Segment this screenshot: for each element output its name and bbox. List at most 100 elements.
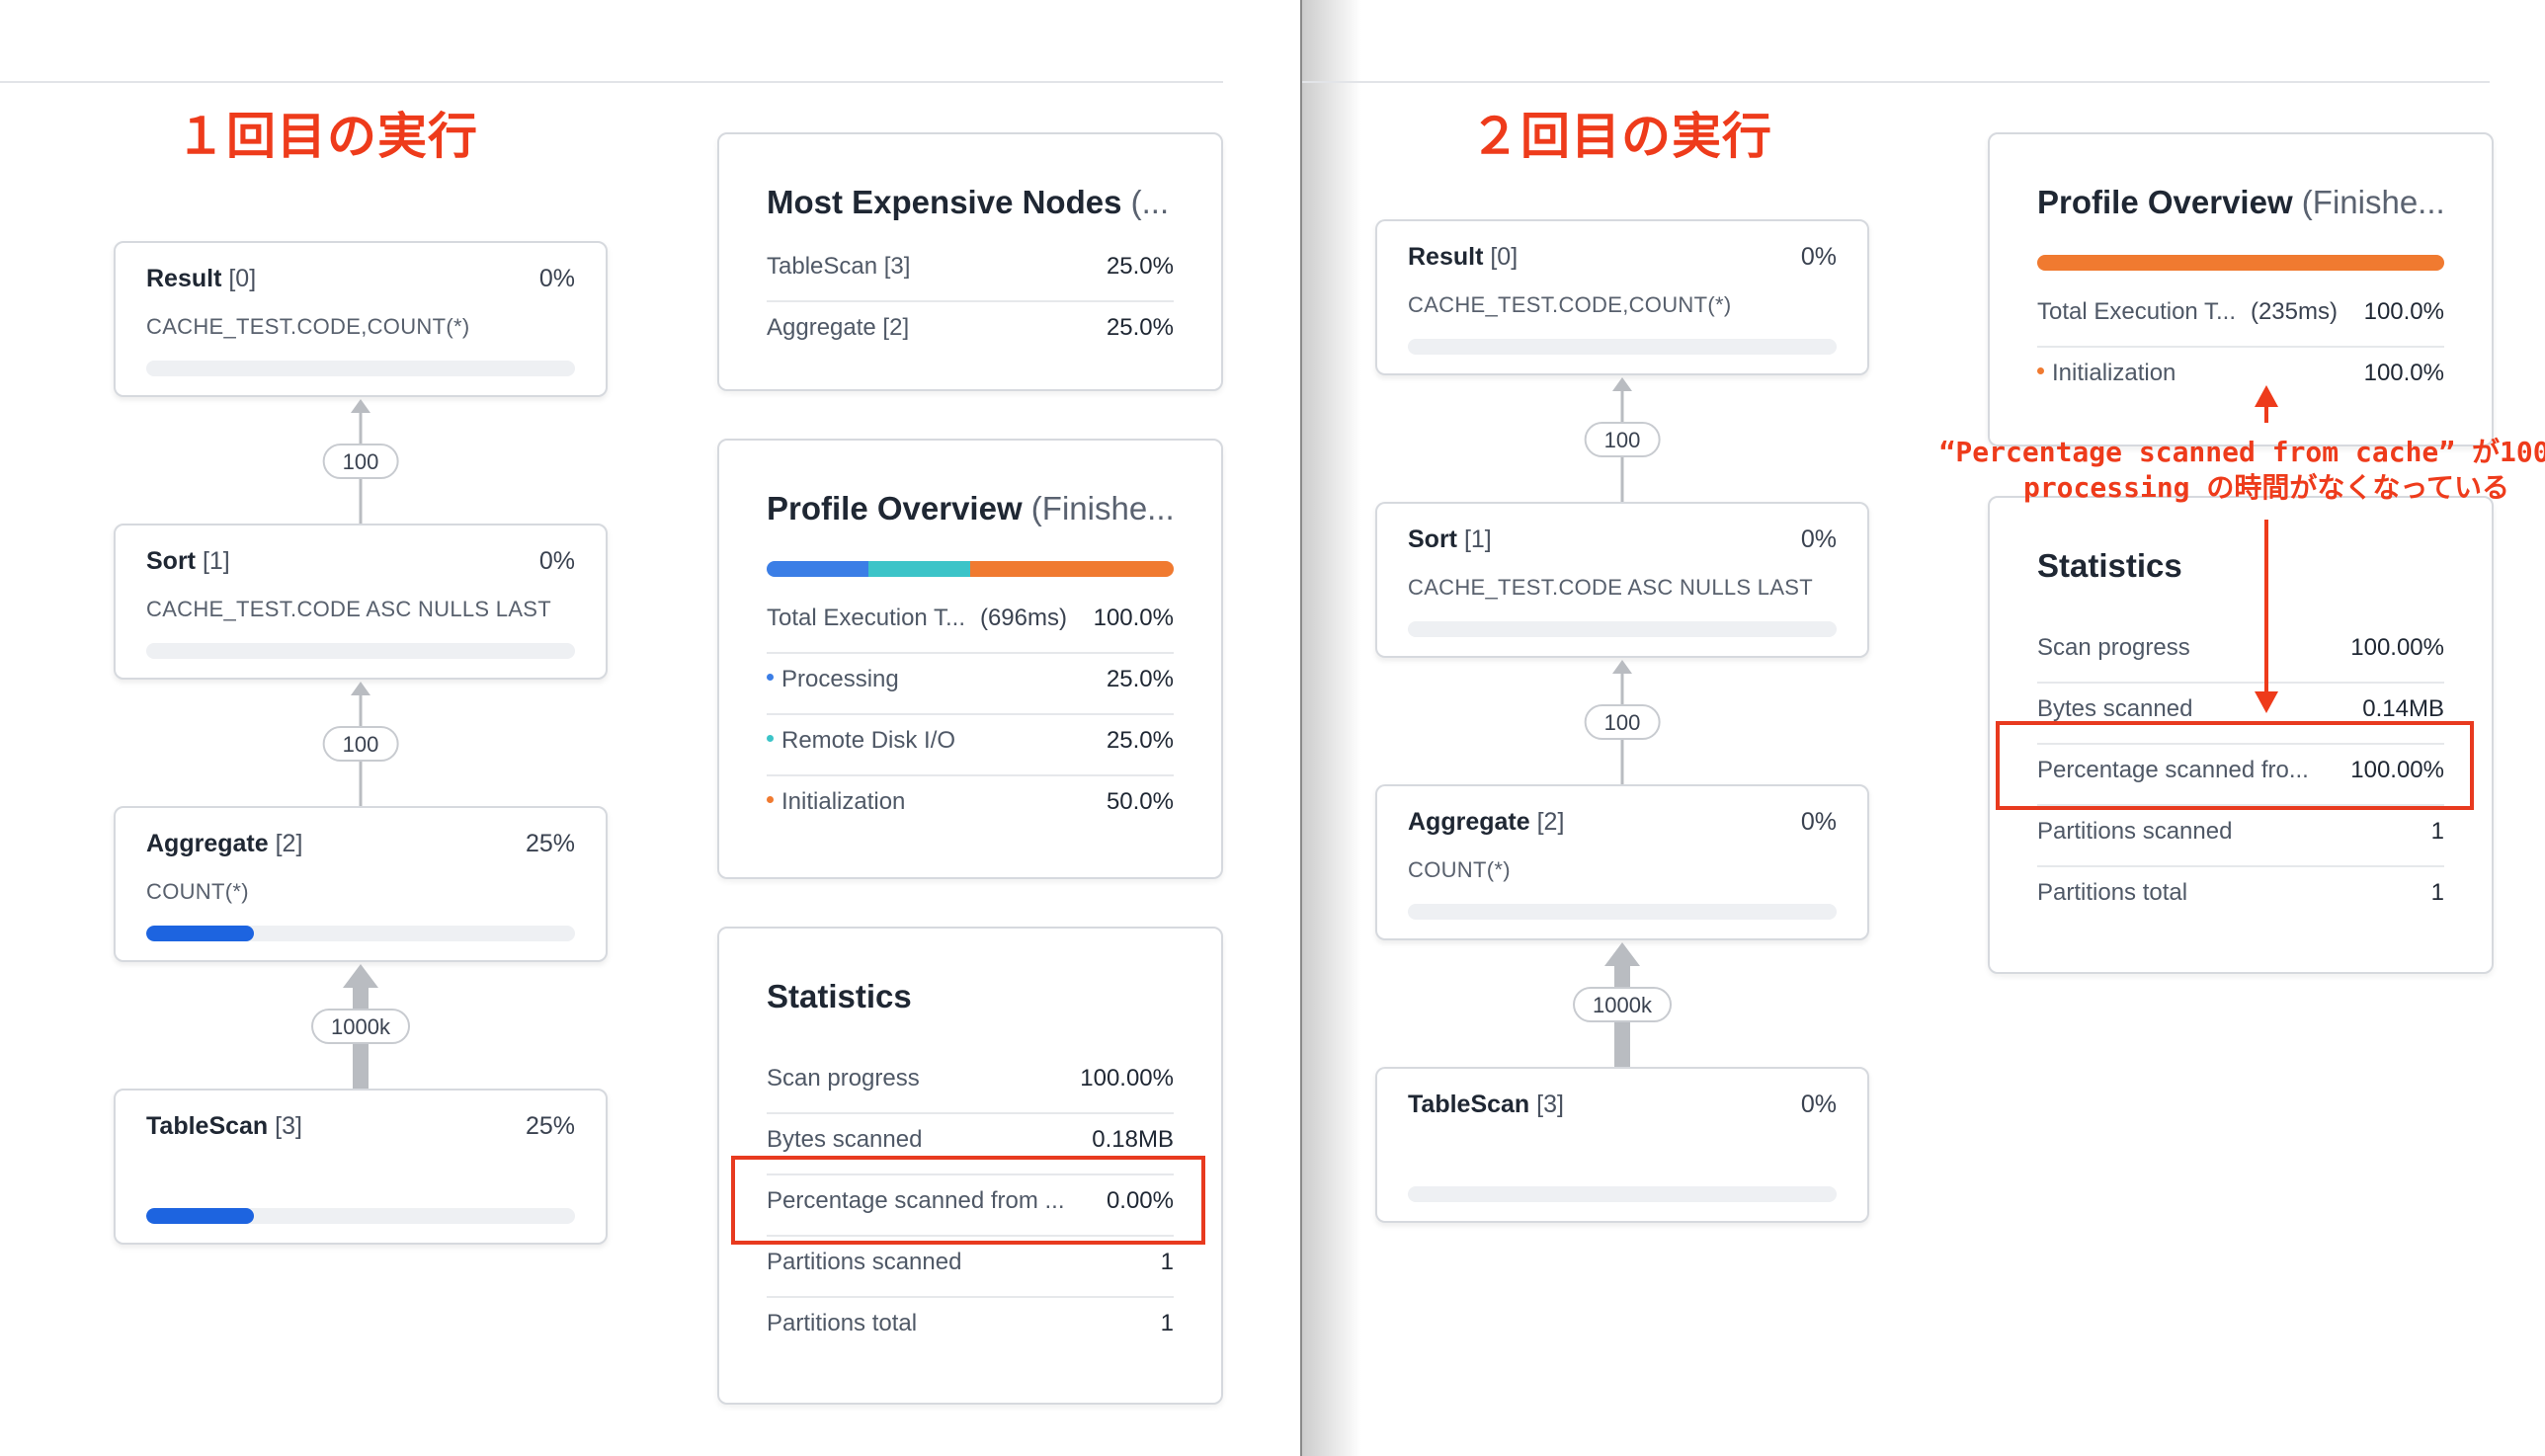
node-sort[interactable]: Sort [1] 0% CACHE_TEST.CODE ASC NULLS LA… <box>114 524 608 680</box>
row-value: 1 <box>2430 818 2444 845</box>
execution-time-bar-segment <box>970 561 1174 577</box>
arrow-down-icon <box>2255 691 2278 713</box>
node-result[interactable]: Result [0] 0% CACHE_TEST.CODE,COUNT(*) <box>114 241 608 397</box>
stat-row-scan-progress: Scan progress 100.00% <box>2037 620 2444 684</box>
highlight-box <box>1996 721 2474 810</box>
legend-dot-icon <box>2037 367 2044 375</box>
execution-time-bar-segment <box>2037 255 2444 271</box>
row-value: 100.00% <box>2350 634 2444 661</box>
execution-time-bar-segment <box>767 561 868 577</box>
edge-connector: 100 <box>1584 377 1661 502</box>
edge-connector: 100 <box>322 682 399 806</box>
stat-row-partitions-total: Partitions total 1 <box>767 1296 1174 1357</box>
node-tablescan[interactable]: TableScan [3] 25% <box>114 1089 608 1245</box>
execution-time-bar <box>767 561 1174 577</box>
row-value: 100.0% <box>2363 360 2444 386</box>
node-progress-fill <box>146 926 254 941</box>
total-execution-row: Total Execution T... (696ms) 100.0% <box>767 591 1174 654</box>
node-detail: CACHE_TEST.CODE ASC NULLS LAST <box>1408 575 1814 600</box>
row-label: TableScan [3] <box>767 253 911 280</box>
row-label: Processing <box>781 666 899 692</box>
annotation-arrow-line <box>2264 520 2268 695</box>
row-value: 100.00% <box>1080 1065 1174 1092</box>
edge-row-count: 1000k <box>1573 987 1672 1022</box>
row-value: 1 <box>2430 879 2444 906</box>
execution-time: (696ms) <box>979 605 1067 631</box>
node-aggregate[interactable]: Aggregate [2] 25% COUNT(*) <box>114 806 608 962</box>
node-percent: 0% <box>538 265 575 292</box>
row-label: Partitions scanned <box>2037 818 2233 845</box>
row-value: 25.0% <box>1106 666 1174 692</box>
node-detail: COUNT(*) <box>146 879 249 904</box>
row-label: Total Execution T... <box>2037 298 2236 325</box>
edge-row-count: 100 <box>1584 422 1661 457</box>
edge-connector: 1000k <box>311 964 410 1089</box>
card-title: Statistics <box>2037 547 2182 584</box>
row-value: 1 <box>1160 1249 1174 1275</box>
profile-overview-card: Profile Overview (Finishe... Total Execu… <box>717 439 1223 879</box>
row-label: Bytes scanned <box>2037 695 2193 722</box>
edge-row-count: 100 <box>1584 704 1661 740</box>
arrow-up-icon <box>343 964 378 988</box>
card-title: Profile Overview (Finishe... <box>767 490 1175 526</box>
row-value: 25.0% <box>1106 314 1174 341</box>
node-percent: 25% <box>525 1112 575 1140</box>
node-name: Sort <box>1408 526 1457 553</box>
first-run-panel: １回目の実行 Result [0] 0% CACHE_TEST.CODE,COU… <box>0 0 1302 1456</box>
node-percent: 25% <box>525 830 575 857</box>
second-run-title: ２回目の実行 <box>1470 108 1772 165</box>
node-id: [1] <box>1463 526 1492 553</box>
row-label: Initialization <box>781 788 906 815</box>
node-id: [2] <box>1536 808 1565 836</box>
node-sort[interactable]: Sort [1] 0% CACHE_TEST.CODE ASC NULLS LA… <box>1375 502 1869 658</box>
profile-row-remote-disk-io[interactable]: Remote Disk I/O 25.0% <box>767 713 1174 776</box>
node-aggregate[interactable]: Aggregate [2] 0% COUNT(*) <box>1375 784 1869 940</box>
node-detail: CACHE_TEST.CODE,COUNT(*) <box>1408 292 1732 317</box>
row-label: Bytes scanned <box>767 1126 923 1153</box>
node-tablescan[interactable]: TableScan [3] 0% <box>1375 1067 1869 1223</box>
profile-row-processing[interactable]: Processing 25.0% <box>767 652 1174 715</box>
row-label: Partitions scanned <box>767 1249 962 1275</box>
expensive-node-row[interactable]: TableScan [3] 25.0% <box>767 239 1174 302</box>
edge-connector: 100 <box>322 399 399 524</box>
node-result[interactable]: Result [0] 0% CACHE_TEST.CODE,COUNT(*) <box>1375 219 1869 375</box>
node-detail: COUNT(*) <box>1408 857 1511 882</box>
row-value: 0.18MB <box>1092 1126 1174 1153</box>
edge-row-count: 100 <box>322 444 399 479</box>
profile-row-initialization[interactable]: Initialization 50.0% <box>767 774 1174 836</box>
highlight-box <box>731 1156 1205 1245</box>
edge-row-count: 100 <box>322 726 399 762</box>
card-title: Most Expensive Nodes (... <box>767 184 1170 220</box>
node-percent: 0% <box>1800 526 1837 553</box>
execution-time: (235ms) <box>2250 298 2338 325</box>
stat-row-partitions-scanned: Partitions scanned 1 <box>2037 804 2444 867</box>
node-detail: CACHE_TEST.CODE,COUNT(*) <box>146 314 470 339</box>
row-label: Partitions total <box>2037 879 2188 906</box>
header-divider <box>0 81 1223 83</box>
legend-dot-icon <box>767 796 774 804</box>
row-label: Initialization <box>2052 360 2176 386</box>
node-name: TableScan <box>1408 1091 1530 1118</box>
card-title: Profile Overview (Finishe... <box>2037 184 2445 220</box>
legend-dot-icon <box>767 674 774 682</box>
row-label: Scan progress <box>767 1065 920 1092</box>
node-detail: CACHE_TEST.CODE ASC NULLS LAST <box>146 597 552 621</box>
node-progress-fill <box>146 1208 254 1224</box>
node-progress-bar <box>146 1208 575 1224</box>
row-value: 0.14MB <box>2362 695 2444 722</box>
legend-dot-icon <box>767 735 774 743</box>
node-progress-bar <box>146 361 575 376</box>
arrow-up-icon <box>1604 942 1640 966</box>
row-value: 1 <box>1160 1310 1174 1336</box>
row-label: Partitions total <box>767 1310 918 1336</box>
node-name: Sort <box>146 547 196 575</box>
node-percent: 0% <box>538 547 575 575</box>
node-progress-bar <box>146 643 575 659</box>
profile-overview-card: Profile Overview (Finishe... Total Execu… <box>1988 132 2494 446</box>
edge-connector: 1000k <box>1573 942 1672 1067</box>
most-expensive-nodes-card: Most Expensive Nodes (... TableScan [3] … <box>717 132 1223 391</box>
expensive-node-row[interactable]: Aggregate [2] 25.0% <box>767 300 1174 362</box>
card-title: Statistics <box>767 978 912 1014</box>
row-value: 25.0% <box>1106 727 1174 754</box>
profile-row-initialization[interactable]: Initialization 100.0% <box>2037 346 2444 407</box>
